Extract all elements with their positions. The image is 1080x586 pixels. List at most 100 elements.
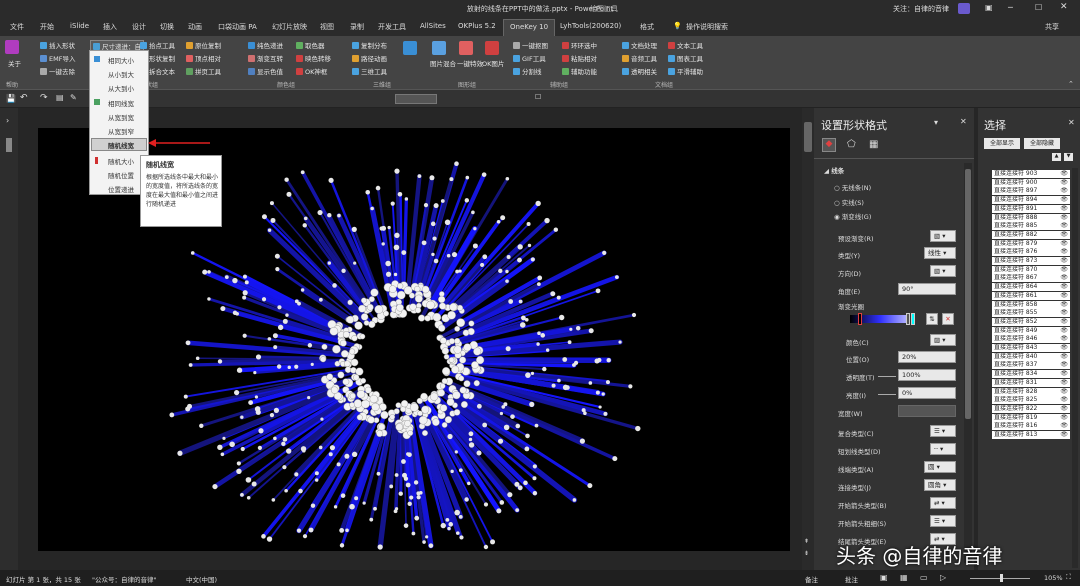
- normal-view-icon[interactable]: ▣: [880, 573, 888, 582]
- page-join-button[interactable]: 拼页工具: [186, 66, 221, 76]
- 3d-tools-button[interactable]: 三维工具: [352, 66, 387, 76]
- color-picker-button[interactable]: 取色器: [296, 40, 325, 50]
- effects-icon-tab[interactable]: ⬠: [847, 139, 856, 150]
- tab-developer[interactable]: 开发工具: [378, 22, 406, 32]
- visibility-eye-icon[interactable]: 👁: [1060, 214, 1068, 222]
- menu-item-random-size[interactable]: 随机大小: [108, 156, 134, 166]
- tab-allsites[interactable]: AllSites: [420, 22, 446, 30]
- tab-design[interactable]: 设计: [132, 22, 146, 32]
- size-properties-icon[interactable]: ▦: [869, 139, 878, 150]
- slide-scrollbar[interactable]: ⇞ ⇟: [802, 108, 814, 570]
- selection-item[interactable]: 直接连接符 828 👁: [992, 387, 1070, 396]
- selection-item[interactable]: 直接连接符 888 👁: [992, 213, 1070, 222]
- vertex-relative-button[interactable]: 顶点相对: [186, 53, 221, 63]
- brightness-input[interactable]: 0%: [898, 387, 956, 399]
- selection-item[interactable]: 直接连接符 837 👁: [992, 361, 1070, 370]
- selection-item[interactable]: 直接连接符 861 👁: [992, 291, 1070, 300]
- position-input[interactable]: 20%: [898, 351, 956, 363]
- selection-item[interactable]: 直接连接符 879 👁: [992, 239, 1070, 248]
- solid-progression-button[interactable]: 纯色递进: [248, 40, 283, 50]
- tab-file[interactable]: 文件: [10, 22, 24, 32]
- send-backward-icon[interactable]: ▼: [1064, 153, 1073, 161]
- visibility-eye-icon[interactable]: 👁: [1060, 283, 1068, 291]
- visibility-eye-icon[interactable]: 👁: [1060, 309, 1068, 317]
- selection-item[interactable]: 直接连接符 822 👁: [992, 404, 1070, 413]
- tab-format[interactable]: 格式: [640, 22, 654, 32]
- menu-item-wide-to-narrow[interactable]: 从宽到窄: [108, 126, 134, 136]
- visibility-eye-icon[interactable]: 👁: [1060, 257, 1068, 265]
- next-slide-icon[interactable]: ⇟: [804, 550, 809, 557]
- begin-arrow-size-dropdown[interactable]: ☰ ▾: [930, 515, 956, 527]
- visibility-eye-icon[interactable]: 👁: [1060, 431, 1068, 439]
- ok-frame-button[interactable]: OK神框: [296, 66, 327, 76]
- visibility-eye-icon[interactable]: 👁: [1060, 274, 1068, 282]
- transparency-input[interactable]: 100%: [898, 369, 956, 381]
- pane-scrollbar[interactable]: [964, 163, 972, 563]
- selection-item[interactable]: 直接连接符 900 👁: [992, 178, 1070, 187]
- notes-button[interactable]: 备注: [805, 574, 818, 584]
- ring-select-button[interactable]: 环环选中: [562, 40, 597, 50]
- audio-tools-button[interactable]: 音频工具: [622, 53, 657, 63]
- selection-item[interactable]: 直接连接符 816 👁: [992, 422, 1070, 431]
- tab-insert[interactable]: 插入: [103, 22, 117, 32]
- visibility-eye-icon[interactable]: 👁: [1060, 292, 1068, 300]
- selection-item[interactable]: 直接连接符 846 👁: [992, 335, 1070, 344]
- ok-image-icon[interactable]: [485, 41, 499, 55]
- angle-input[interactable]: 90°: [898, 283, 956, 295]
- thumbnails-icon[interactable]: [6, 138, 12, 152]
- visibility-eye-icon[interactable]: 👁: [1060, 301, 1068, 309]
- save-icon[interactable]: 💾: [6, 94, 16, 103]
- join-type-dropdown[interactable]: 圆角 ▾: [924, 479, 956, 491]
- menu-item-small-to-large[interactable]: 从小到大: [108, 69, 134, 79]
- solid-line-radio[interactable]: ○ 实线(S): [834, 197, 864, 207]
- tell-me-search[interactable]: 操作说明搜索: [686, 22, 728, 32]
- selection-item[interactable]: 直接连接符 876 👁: [992, 248, 1070, 257]
- visibility-eye-icon[interactable]: 👁: [1060, 327, 1068, 335]
- visibility-eye-icon[interactable]: 👁: [1060, 370, 1068, 378]
- slideshow-view-icon[interactable]: ▷: [940, 573, 946, 582]
- visibility-eye-icon[interactable]: 👁: [1060, 170, 1068, 178]
- selection-item[interactable]: 直接连接符 867 👁: [992, 274, 1070, 283]
- copy-distribute-button[interactable]: 复制分布: [352, 40, 387, 50]
- close-pane-icon[interactable]: ✕: [960, 117, 967, 126]
- one-key-remove-button[interactable]: 一键去除: [40, 66, 75, 76]
- transparency-button[interactable]: 透明相关: [622, 66, 657, 76]
- divider-line-button[interactable]: 分割线: [513, 66, 542, 76]
- text-tools-button[interactable]: 文本工具: [668, 40, 703, 50]
- doc-process-button[interactable]: 文档处理: [622, 40, 657, 50]
- bring-forward-icon[interactable]: ▲: [1052, 153, 1061, 161]
- reference-line-toggle[interactable]: ☐: [535, 93, 541, 101]
- visibility-eye-icon[interactable]: 👁: [1060, 179, 1068, 187]
- selection-item[interactable]: 直接连接符 864 👁: [992, 283, 1070, 292]
- gradient-stop-handle[interactable]: [858, 313, 862, 325]
- tab-pocket-animation[interactable]: 口袋动画 PA: [218, 22, 257, 32]
- radial-line[interactable]: [257, 355, 325, 360]
- redo-icon[interactable]: ↷: [40, 93, 48, 103]
- pane-options-icon[interactable]: ▾: [934, 118, 938, 127]
- gradient-convert-button[interactable]: 渐变互转: [248, 53, 283, 63]
- gradient-line-radio[interactable]: ◉ 渐变线(G): [834, 211, 871, 221]
- selection-item[interactable]: 直接连接符 903 👁: [992, 170, 1070, 178]
- paste-relative-button[interactable]: 粘贴相对: [562, 53, 597, 63]
- no-line-radio[interactable]: ○ 无线条(N): [834, 182, 871, 192]
- selection-item[interactable]: 直接连接符 849 👁: [992, 326, 1070, 335]
- comments-button[interactable]: 批注: [845, 574, 858, 584]
- visibility-eye-icon[interactable]: 👁: [1060, 379, 1068, 387]
- visibility-eye-icon[interactable]: 👁: [1060, 187, 1068, 195]
- collapse-ribbon-icon[interactable]: ⌃: [1068, 80, 1074, 88]
- selection-item[interactable]: 直接连接符 819 👁: [992, 413, 1070, 422]
- visibility-eye-icon[interactable]: 👁: [1060, 353, 1068, 361]
- start-slideshow-icon[interactable]: ▤: [56, 93, 64, 102]
- fill-line-icon[interactable]: ◆: [822, 138, 836, 152]
- tab-slideshow[interactable]: 幻灯片放映: [272, 22, 307, 32]
- add-stop-icon[interactable]: ⇅: [926, 313, 938, 325]
- copy-in-place-button[interactable]: 原位复制: [186, 40, 221, 50]
- selection-item[interactable]: 直接连接符 831 👁: [992, 378, 1070, 387]
- compound-type-dropdown[interactable]: ☰ ▾: [930, 425, 956, 437]
- visibility-eye-icon[interactable]: 👁: [1060, 231, 1068, 239]
- visibility-eye-icon[interactable]: 👁: [1060, 222, 1068, 230]
- dash-type-dropdown[interactable]: ┄ ▾: [930, 443, 956, 455]
- scroll-thumb[interactable]: [804, 122, 812, 152]
- tab-onekey[interactable]: OneKey 10: [503, 19, 556, 36]
- cutout-button[interactable]: 一键抠图: [513, 40, 548, 50]
